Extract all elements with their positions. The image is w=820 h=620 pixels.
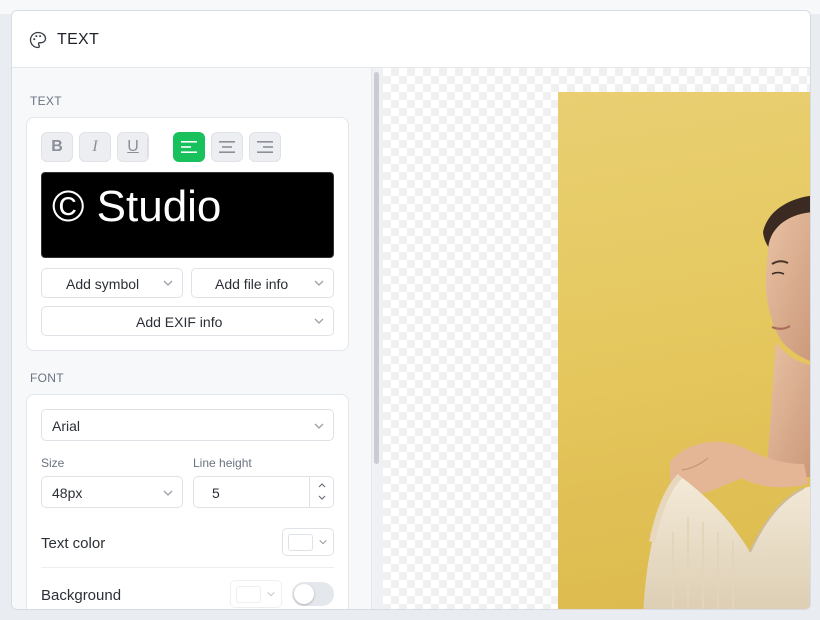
chevron-down-icon[interactable]	[317, 494, 327, 502]
align-center-button[interactable]	[211, 132, 243, 162]
chevron-down-icon	[314, 423, 324, 429]
add-exif-info-dropdown[interactable]: Add EXIF info	[41, 306, 334, 336]
add-symbol-label: Add symbol	[66, 276, 140, 292]
text-color-label: Text color	[41, 535, 106, 552]
chevron-down-icon	[163, 490, 173, 496]
font-section-label: FONT	[30, 371, 64, 385]
window-title: TEXT	[57, 31, 100, 48]
palette-icon	[29, 31, 47, 49]
text-preview-editor[interactable]: © Studio	[41, 172, 334, 258]
background-label: Background	[41, 587, 122, 604]
add-file-info-dropdown[interactable]: Add file info	[191, 268, 334, 298]
font-size-value: 48px	[52, 485, 83, 501]
underline-button[interactable]: U	[117, 132, 149, 162]
scrollbar-thumb[interactable]	[374, 72, 379, 464]
row-divider	[41, 567, 334, 568]
italic-button[interactable]: I	[79, 132, 111, 162]
chevron-down-icon	[314, 318, 324, 324]
font-family-select[interactable]: Arial	[41, 409, 334, 441]
line-height-stepper[interactable]: 5	[193, 476, 334, 508]
settings-panel: TEXT B I U © Studio Add symbol Add file …	[12, 68, 371, 609]
text-card: B I U © Studio Add symbol Add file info …	[26, 117, 349, 351]
align-left-button[interactable]	[173, 132, 205, 162]
text-color-picker[interactable]	[282, 528, 334, 556]
italic-glyph: I	[92, 138, 98, 155]
underline-glyph: U	[127, 138, 139, 155]
align-left-icon	[181, 141, 197, 153]
photo-preview	[558, 92, 810, 609]
line-height-label: Line height	[193, 456, 252, 470]
font-size-select[interactable]: 48px	[41, 476, 183, 508]
add-file-info-label: Add file info	[215, 276, 289, 292]
text-color-swatch	[288, 534, 313, 551]
stepper-arrows	[309, 477, 333, 507]
chevron-down-icon	[267, 591, 275, 597]
align-right-button[interactable]	[249, 132, 281, 162]
text-section-label: TEXT	[30, 94, 62, 108]
background-toggle[interactable]	[292, 582, 334, 606]
format-divider	[147, 138, 148, 158]
chevron-down-icon	[319, 539, 327, 545]
settings-scrollbar[interactable]	[371, 68, 383, 609]
align-right-icon	[257, 141, 273, 153]
background-color-swatch	[236, 586, 261, 603]
chevron-down-icon	[314, 280, 324, 286]
portrait-image	[643, 195, 810, 609]
font-family-value: Arial	[52, 418, 81, 434]
add-symbol-dropdown[interactable]: Add symbol	[41, 268, 183, 298]
line-height-value: 5	[212, 485, 220, 501]
font-card: Arial Size Line height 48px 5 Text color	[26, 394, 349, 609]
chevron-down-icon	[163, 280, 173, 286]
background-color-picker[interactable]	[230, 580, 282, 608]
toggle-knob	[294, 584, 314, 604]
text-settings-window: TEXT TEXT B I U © Studio Add symbol Add …	[11, 10, 811, 610]
size-label: Size	[41, 456, 65, 470]
align-center-icon	[219, 141, 235, 153]
bold-glyph: B	[51, 138, 63, 155]
bold-button[interactable]: B	[41, 132, 73, 162]
image-canvas[interactable]	[383, 68, 810, 609]
chevron-up-icon[interactable]	[317, 481, 327, 489]
add-exif-info-label: Add EXIF info	[136, 314, 223, 330]
title-bar: TEXT	[12, 11, 810, 68]
